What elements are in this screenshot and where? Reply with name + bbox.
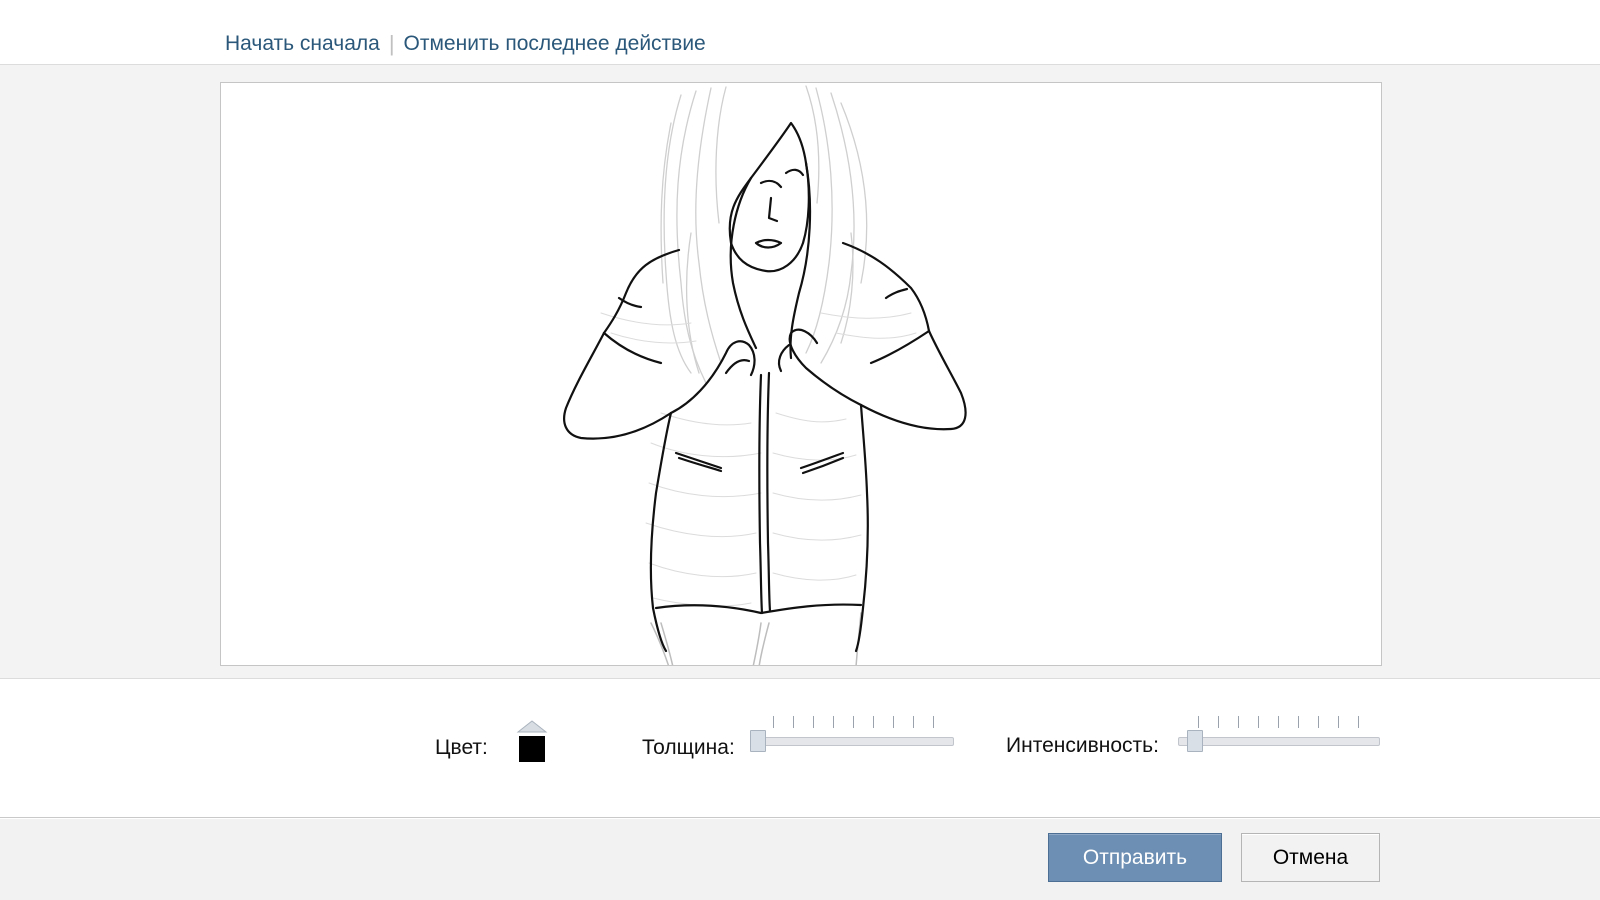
- thickness-slider-tick: [893, 716, 894, 728]
- link-separator: |: [388, 31, 395, 56]
- thickness-label: Толщина:: [642, 736, 735, 759]
- cancel-button[interactable]: Отмена: [1241, 833, 1380, 882]
- undo-link[interactable]: Отменить последнее действие: [404, 32, 706, 56]
- action-links: Начать сначала | Отменить последнее дейс…: [225, 31, 706, 57]
- intensity-label: Интенсивность:: [1006, 734, 1159, 757]
- dialog-footer: Отправить Отмена: [0, 819, 1600, 900]
- drawing-sketch: [563, 85, 967, 665]
- color-label: Цвет:: [435, 736, 488, 759]
- thickness-slider-thumb[interactable]: [750, 730, 766, 752]
- thickness-slider-tick: [913, 716, 914, 728]
- thickness-slider-tick: [873, 716, 874, 728]
- intensity-slider-thumb[interactable]: [1187, 730, 1203, 752]
- intensity-slider-tick: [1338, 716, 1339, 728]
- restart-link[interactable]: Начать сначала: [225, 32, 380, 56]
- intensity-slider-tick: [1238, 716, 1239, 728]
- top-toolbar: Начать сначала | Отменить последнее дейс…: [0, 0, 1600, 65]
- intensity-slider-tick: [1278, 716, 1279, 728]
- intensity-slider-tick: [1358, 716, 1359, 728]
- intensity-slider-tick: [1198, 716, 1199, 728]
- intensity-slider-track: [1178, 737, 1380, 746]
- color-picker-arrow-icon[interactable]: [516, 720, 548, 734]
- thickness-slider-tick: [933, 716, 934, 728]
- thickness-slider-tick: [853, 716, 854, 728]
- brush-tools-panel: Цвет: Толщина: Интенсивность:: [0, 680, 1600, 818]
- thickness-slider[interactable]: [750, 710, 956, 752]
- thickness-slider-tick: [793, 716, 794, 728]
- color-swatch[interactable]: [519, 736, 545, 762]
- intensity-slider-tick: [1258, 716, 1259, 728]
- thickness-slider-tick: [833, 716, 834, 728]
- intensity-slider[interactable]: [1178, 710, 1382, 752]
- drawing-canvas[interactable]: [220, 82, 1382, 666]
- intensity-slider-tick: [1218, 716, 1219, 728]
- drawing-stage: [0, 65, 1600, 679]
- send-button[interactable]: Отправить: [1048, 833, 1222, 882]
- thickness-slider-tick: [813, 716, 814, 728]
- intensity-slider-tick: [1298, 716, 1299, 728]
- thickness-slider-track: [750, 737, 954, 746]
- intensity-slider-tick: [1318, 716, 1319, 728]
- thickness-slider-tick: [773, 716, 774, 728]
